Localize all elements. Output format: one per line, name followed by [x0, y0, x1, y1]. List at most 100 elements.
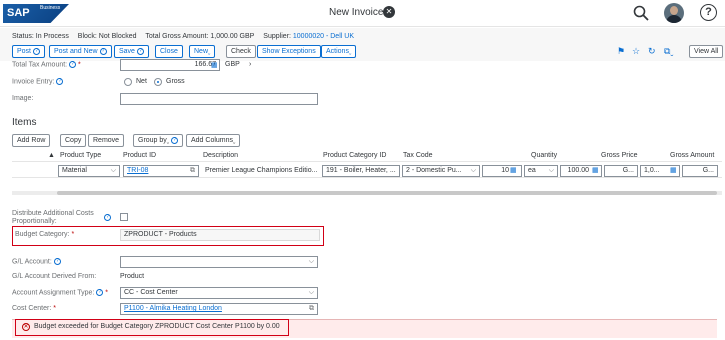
- invoice-entry-label: Invoice Entry: ?: [12, 78, 64, 86]
- chevron-down-icon: ⌵: [548, 167, 554, 174]
- total-tax-input[interactable]: 166.67: [120, 59, 220, 71]
- image-label: Image:: [12, 95, 34, 102]
- chevron-down-icon: ⌵: [110, 167, 116, 174]
- help-icon[interactable]: ?: [700, 4, 717, 21]
- product-id-input[interactable]: TRI-08 ⧉: [123, 165, 199, 177]
- group-by-button[interactable]: Group byˬ ?: [133, 134, 184, 147]
- chevron-right-icon[interactable]: ›: [249, 61, 251, 68]
- help-small-icon: ?: [53, 258, 61, 265]
- budget-category-label: Budget Category: *: [15, 231, 74, 238]
- col-tax-code[interactable]: Tax Code: [403, 152, 433, 159]
- remove-button[interactable]: Remove: [88, 134, 125, 147]
- add-columns-button[interactable]: Add Columnsˬ: [186, 134, 241, 147]
- calculator-icon[interactable]: ▦: [211, 61, 218, 69]
- col-gross-price[interactable]: Gross Price: [601, 152, 638, 159]
- col-description[interactable]: Description: [203, 152, 238, 159]
- value-help-icon[interactable]: ⧉: [309, 304, 314, 314]
- budget-category-input[interactable]: ZPRODUCT - Products: [120, 229, 320, 241]
- product-type-value: Material: [62, 167, 87, 174]
- post-button-label: Post: [17, 48, 32, 55]
- supplier-label: Supplier:: [263, 33, 291, 40]
- help-small-icon: ?: [99, 47, 107, 55]
- horizontal-scrollbar[interactable]: [57, 191, 717, 195]
- actions-button[interactable]: Actionsˬ: [321, 45, 357, 58]
- logo-text: SAP: [7, 7, 30, 19]
- col-product-id[interactable]: Product ID: [123, 152, 156, 159]
- gl-derived-label: G/L Account Derived From:: [12, 273, 97, 280]
- user-avatar[interactable]: [664, 3, 684, 23]
- total-tax-label-text: Total Tax Amount:: [12, 61, 68, 69]
- check-button[interactable]: Check: [226, 45, 256, 58]
- tax-code-value: 2 - Domestic Pu...: [406, 167, 462, 174]
- category-input[interactable]: 191 - Boiler, Heater, ...: [322, 165, 400, 177]
- post-button[interactable]: Post ?: [12, 45, 45, 58]
- actions-label: Actions: [326, 48, 349, 55]
- chevron-down-icon: ˬ: [348, 48, 352, 55]
- help-small-icon: ?: [32, 47, 40, 55]
- value-help-icon[interactable]: ⧉: [190, 166, 195, 176]
- save-label: Save: [119, 48, 135, 55]
- gross-value: 1,000.00 GBP: [210, 33, 255, 40]
- refresh-icon[interactable]: ↻: [648, 46, 656, 57]
- budget-category-label-text: Budget Category:: [15, 231, 70, 238]
- calculator-icon[interactable]: ▦: [670, 165, 680, 177]
- gross-radio[interactable]: [154, 78, 162, 86]
- new-label: New: [194, 48, 209, 55]
- tax-code-select[interactable]: 2 - Domestic Pu... ⌵: [402, 165, 480, 177]
- distribute-costs-checkbox[interactable]: [120, 213, 128, 221]
- description-cell: Premier League Champions Editio...: [205, 167, 318, 174]
- gross-radio-label: Gross: [166, 78, 185, 85]
- unit-select[interactable]: ea ⌵: [524, 165, 558, 177]
- col-gross-amount[interactable]: Gross Amount: [670, 152, 714, 159]
- sap-logo[interactable]: SAP Business: [3, 4, 69, 23]
- account-assignment-select[interactable]: CC - Cost Center ⌵: [120, 287, 318, 299]
- product-id-value[interactable]: TRI-08: [127, 167, 148, 174]
- view-all-button[interactable]: View All: [689, 45, 724, 58]
- calculator-icon[interactable]: ▦: [510, 165, 520, 177]
- search-icon[interactable]: [633, 5, 649, 21]
- close-button[interactable]: Close: [155, 45, 183, 58]
- product-type-select[interactable]: Material ⌵: [58, 165, 120, 177]
- cost-center-input[interactable]: P1100 - Almika Heating London ⧉: [120, 303, 318, 315]
- invoice-entry-label-text: Invoice Entry:: [12, 78, 55, 86]
- account-assignment-value: CC - Cost Center: [124, 289, 178, 296]
- chevron-down-icon: ⌵: [470, 167, 476, 174]
- block-label: Block:: [77, 33, 97, 40]
- col-product-type[interactable]: Product Type: [60, 152, 101, 159]
- amount-unit-input[interactable]: G...: [682, 165, 718, 177]
- supplier-link[interactable]: 10000020 - Dell UK: [293, 33, 354, 40]
- gl-account-label-text: G/L Account:: [12, 258, 52, 266]
- price-unit-input[interactable]: G...: [604, 165, 638, 177]
- group-by-label: Group by: [138, 137, 167, 144]
- copy-button[interactable]: Copy: [60, 134, 87, 147]
- gross-label: Total Gross Amount:: [145, 33, 209, 40]
- col-quantity[interactable]: Quantity: [531, 152, 557, 159]
- save-button[interactable]: Save ?: [114, 45, 149, 58]
- avatar-torso: [666, 15, 682, 23]
- favorite-star-icon[interactable]: ☆: [632, 46, 640, 57]
- gl-account-select[interactable]: ⌵: [120, 256, 318, 268]
- required-asterisk: *: [105, 289, 109, 297]
- post-and-new-button[interactable]: Post and New ?: [49, 45, 112, 58]
- show-exceptions-button[interactable]: Show Exceptions: [257, 45, 321, 58]
- net-radio[interactable]: [124, 78, 132, 86]
- account-assignment-label-text: Account Assignment Type:: [12, 289, 95, 297]
- add-row-button[interactable]: Add Row: [12, 134, 51, 147]
- logo-sup: Business: [40, 5, 61, 11]
- help-small-icon: ?: [171, 136, 179, 144]
- gl-derived-value: Product: [120, 273, 145, 280]
- required-asterisk: *: [71, 231, 75, 238]
- new-button[interactable]: Newˬ: [189, 45, 216, 58]
- shell-bar: SAP Business New Invoice ✕ ?: [0, 0, 725, 27]
- cost-center-value[interactable]: P1100 - Almika Heating London: [124, 305, 222, 312]
- block-value: Not Blocked: [98, 33, 137, 40]
- image-input[interactable]: [120, 93, 318, 105]
- close-circle-icon[interactable]: ✕: [383, 6, 395, 18]
- col-product-category-id[interactable]: Product Category ID: [323, 152, 386, 159]
- share-icon[interactable]: ⧉ˬ: [664, 46, 673, 57]
- calculator-icon[interactable]: ▦: [592, 165, 602, 177]
- sort-up-icon[interactable]: ▲: [48, 152, 55, 159]
- flag-icon[interactable]: ⚑: [617, 46, 625, 57]
- required-asterisk: *: [78, 61, 81, 69]
- chevron-down-icon: ⌵: [308, 289, 314, 296]
